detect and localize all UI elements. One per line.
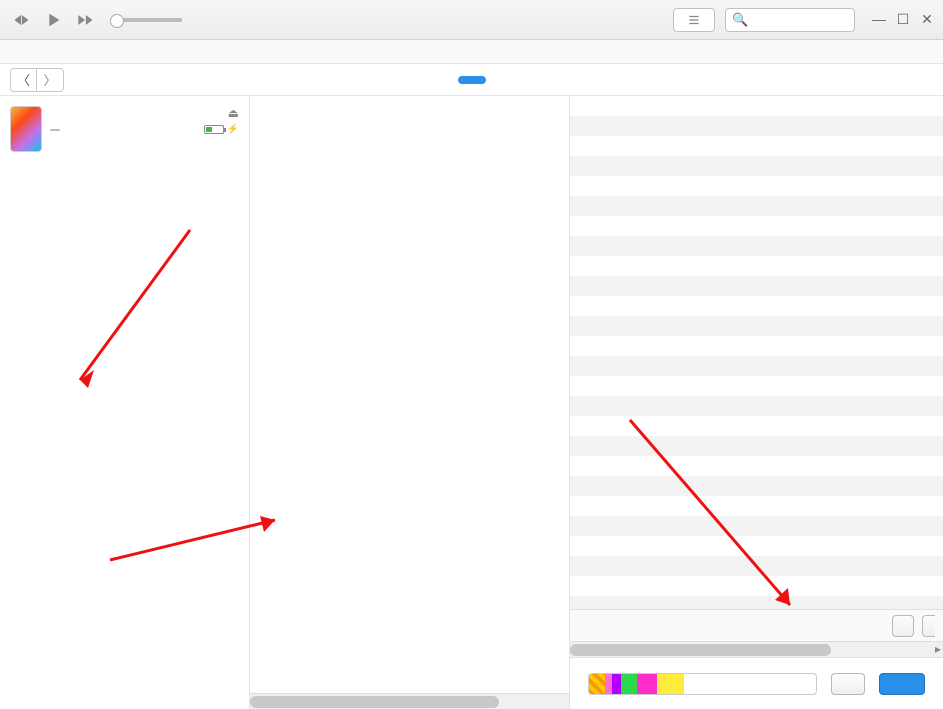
documents-actions (570, 609, 943, 641)
sidebar-header-ondevice (0, 180, 249, 190)
next-button[interactable] (72, 9, 98, 31)
done-button[interactable] (879, 673, 925, 695)
app-list-hscroll[interactable] (250, 693, 569, 709)
app-list-pane (250, 96, 570, 709)
nav-arrows: 〈 〉 (10, 68, 64, 92)
volume-slider[interactable] (112, 18, 182, 22)
menu-bar (0, 40, 943, 64)
documents-pane: ▸ (570, 96, 943, 709)
search-icon: 🔍 (732, 12, 748, 28)
eject-icon[interactable]: ⏏ (228, 106, 239, 120)
battery-status: ⚡ (201, 124, 239, 135)
save-button[interactable] (922, 615, 935, 637)
previous-button[interactable] (8, 9, 34, 31)
search-field[interactable]: 🔍 (725, 8, 855, 32)
sidebar: ⏏ ⚡ (0, 96, 250, 709)
device-pill[interactable] (458, 76, 486, 84)
device-block: ⏏ ⚡ (0, 96, 249, 158)
sync-button[interactable] (831, 673, 865, 695)
documents-area[interactable] (570, 96, 943, 609)
battery-icon (204, 125, 224, 134)
add-file-button[interactable] (892, 615, 914, 637)
nav-row: 〈 〉 (0, 64, 943, 96)
close-button[interactable]: ✕ (919, 11, 935, 28)
play-button[interactable] (40, 9, 66, 31)
title-bar: 🔍 — ☐ ✕ (0, 0, 943, 40)
footer-bar (570, 657, 943, 709)
app-list[interactable] (250, 96, 569, 693)
list-view-button[interactable] (673, 8, 715, 32)
storage-bar (588, 673, 817, 695)
device-thumbnail (10, 106, 42, 152)
documents-hscroll[interactable]: ▸ (570, 641, 943, 657)
minimize-button[interactable]: — (871, 11, 887, 28)
window-controls: — ☐ ✕ (871, 11, 935, 28)
maximize-button[interactable]: ☐ (895, 11, 911, 28)
sidebar-header-settings (0, 162, 249, 172)
search-input[interactable] (752, 13, 848, 27)
nav-forward-button[interactable]: 〉 (37, 69, 63, 91)
playback-controls (8, 9, 182, 31)
nav-back-button[interactable]: 〈 (11, 69, 37, 91)
device-capacity (50, 129, 60, 131)
